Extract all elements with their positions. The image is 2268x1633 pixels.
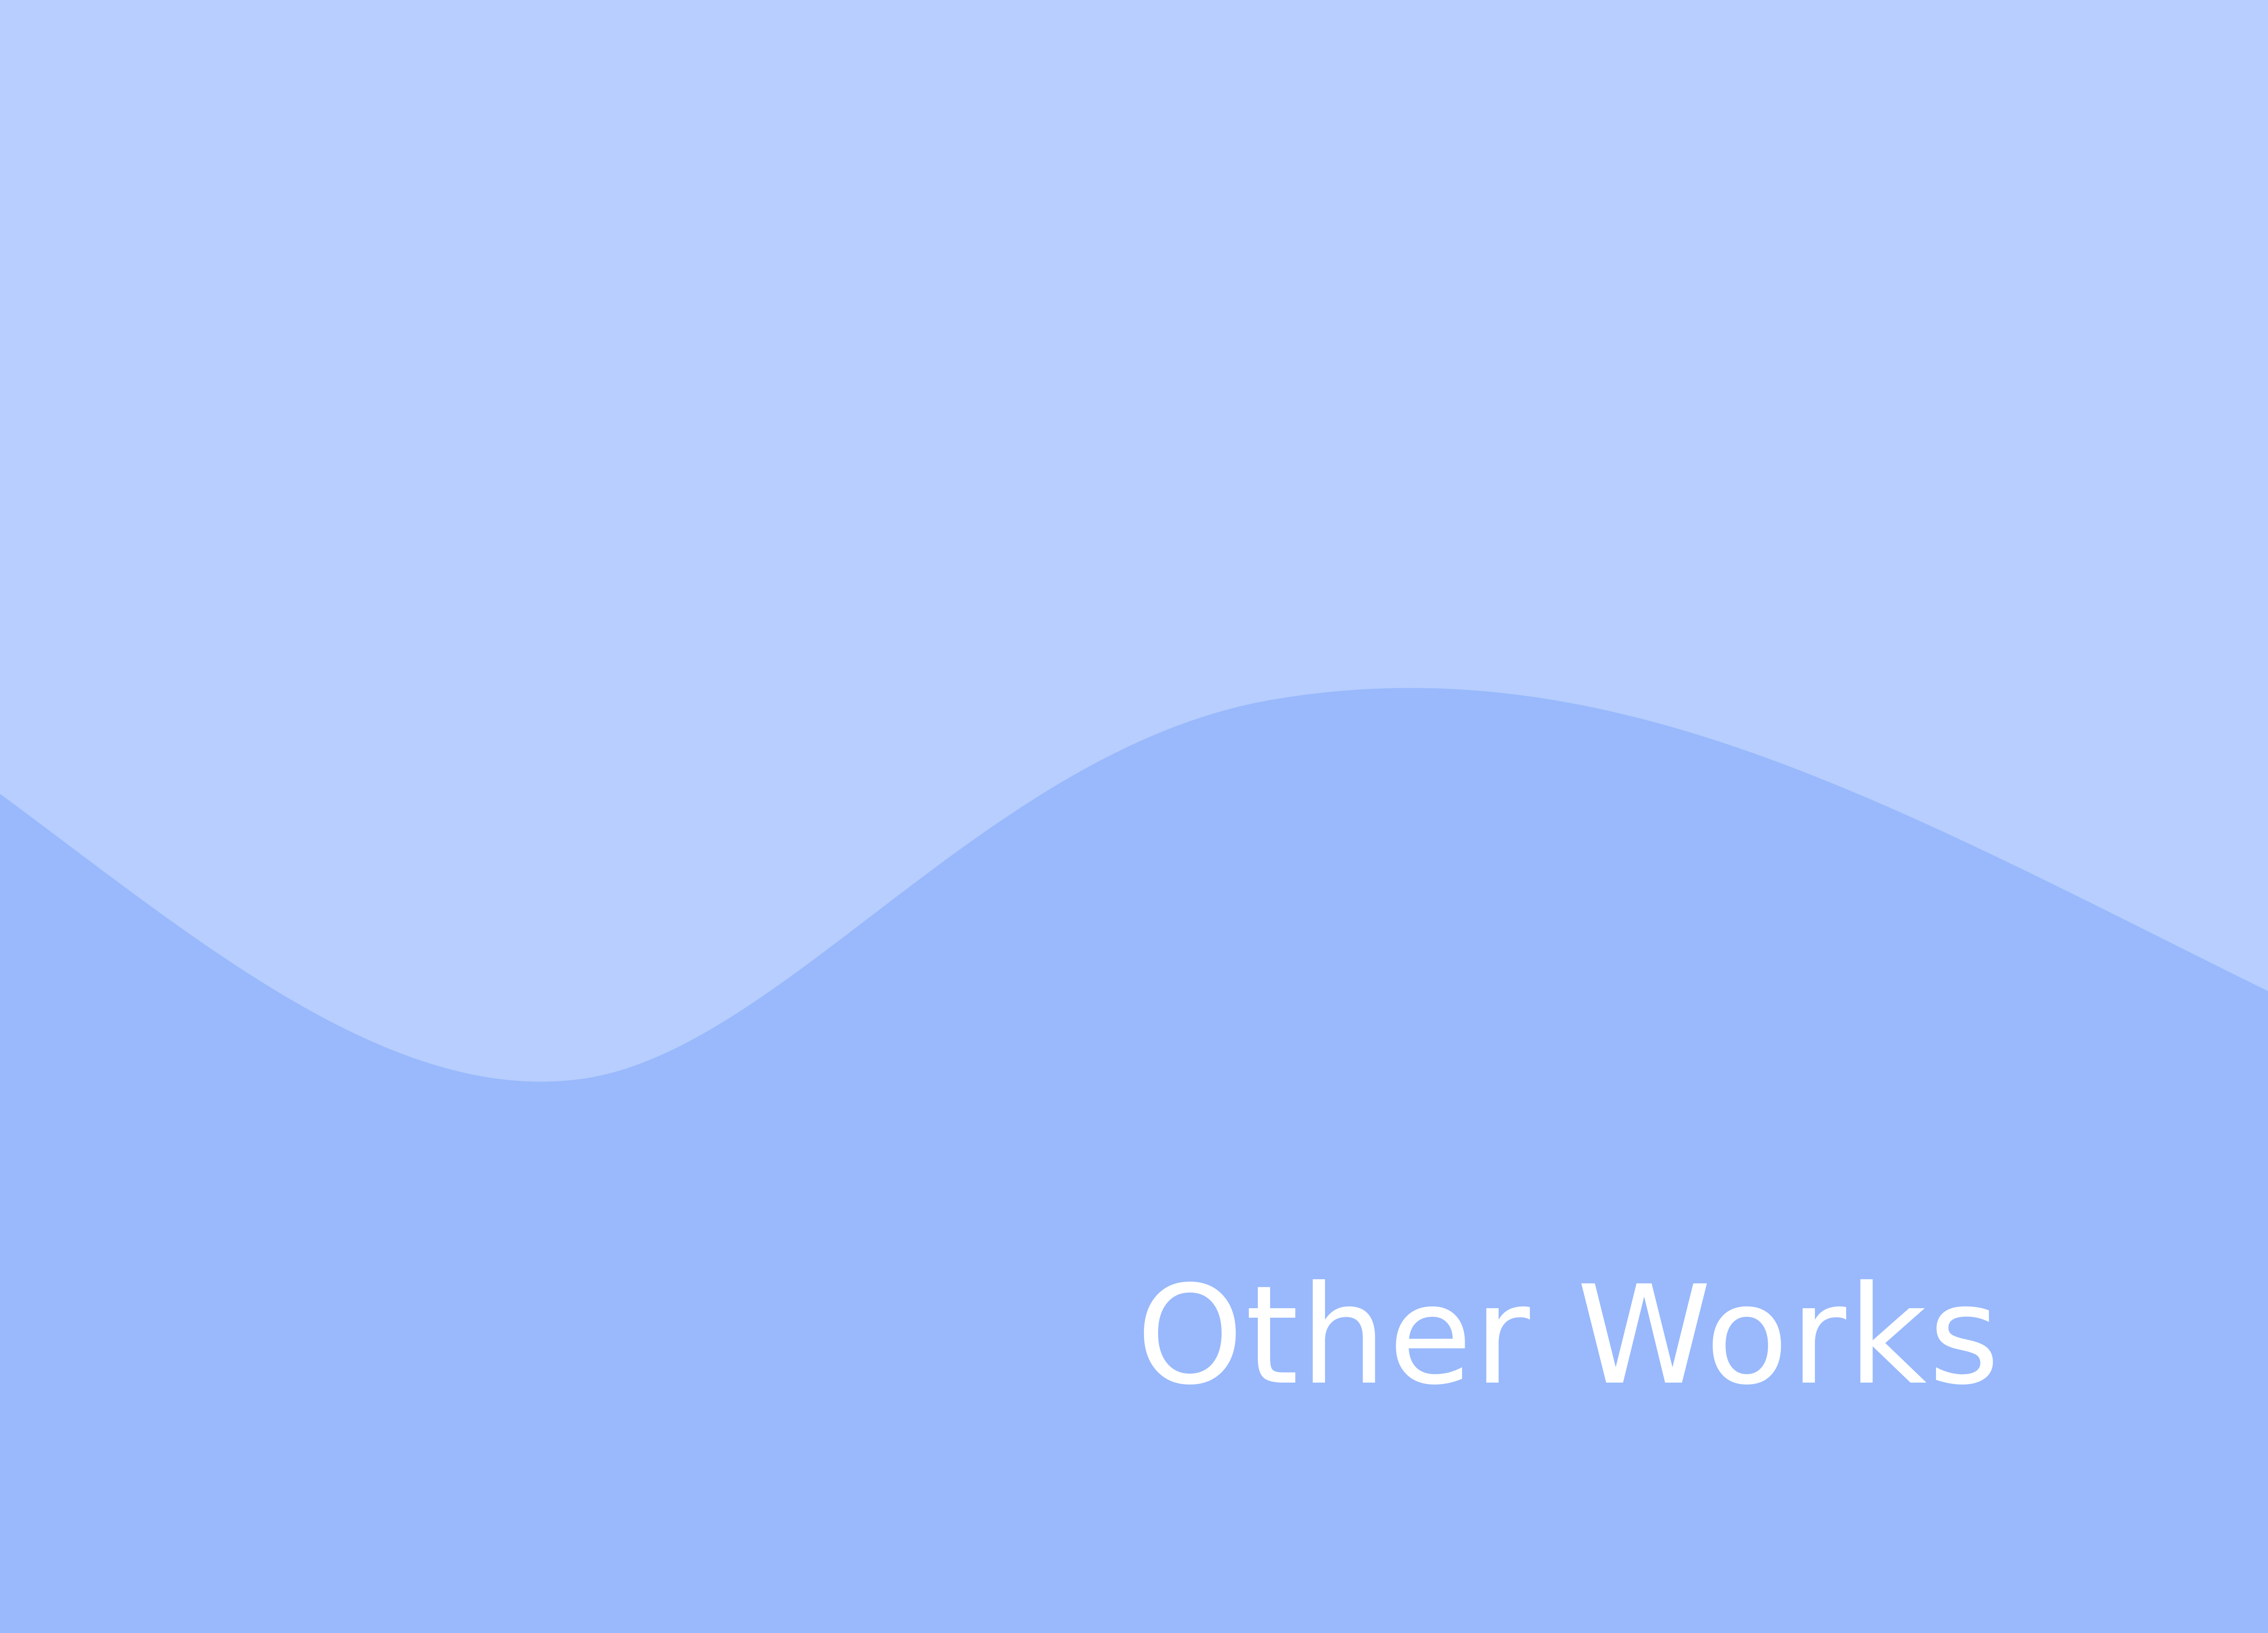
page-title: Other Works bbox=[1136, 1257, 2002, 1415]
slide-canvas: Other Works bbox=[0, 0, 2268, 1633]
